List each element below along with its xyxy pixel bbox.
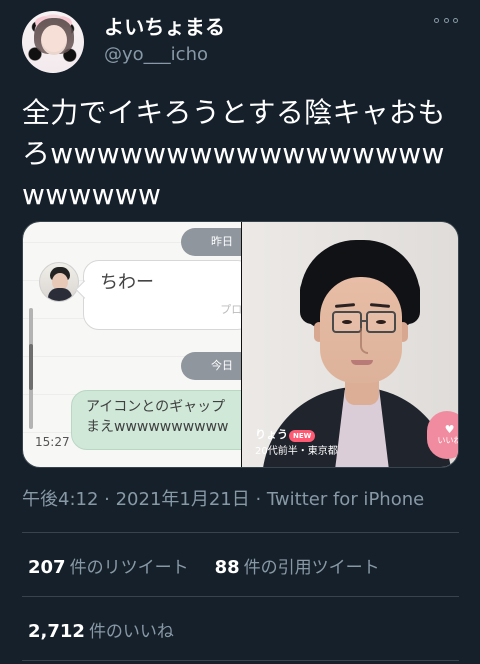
- more-horizontal-icon: [434, 17, 439, 23]
- tweet-header: よいちょまる @yo___icho: [22, 11, 458, 75]
- author-display-name[interactable]: よいちょまる: [104, 15, 225, 39]
- quote-stat[interactable]: 88 件の引用ツイート: [215, 553, 380, 578]
- author-block: よいちょまる @yo___icho: [104, 15, 225, 65]
- chat-avatar-body: [48, 288, 72, 301]
- outgoing-message-text: アイコンとのギャップ まえwwwwwwwwww: [86, 399, 229, 435]
- profile-meta: 20代前半・東京都: [255, 446, 338, 457]
- likes-stat[interactable]: 2,712 件のいいね: [28, 617, 174, 642]
- likes-label: 件のいいね: [88, 622, 174, 642]
- retweet-count: 207: [28, 557, 66, 578]
- avatar[interactable]: [22, 11, 84, 73]
- like-chip-label: いいね: [437, 436, 459, 445]
- incoming-message-text: ちわー: [100, 272, 154, 293]
- outgoing-message-bubble: アイコンとのギャップ まえwwwwwwwwww: [71, 390, 241, 450]
- incoming-message-note: プロフィ: [220, 303, 241, 316]
- chat-date-pill: 昨日: [181, 228, 241, 256]
- profile-name: りょう: [255, 428, 288, 441]
- avatar-face: [41, 25, 67, 55]
- divider: [22, 532, 459, 533]
- chat-date-pill-today: 今日: [181, 352, 241, 380]
- tweet-page: よいちょまる @yo___icho 全力でイキろうとする陰キャおもろwwwwww…: [0, 0, 480, 664]
- portrait-eye-left: [342, 320, 352, 324]
- retweet-label: 件のリツイート: [69, 558, 189, 578]
- chat-user-avatar: [39, 262, 79, 302]
- portrait-eye-right: [376, 320, 386, 324]
- tweet-text: 全力でイキろうとする陰キャおもろwwwwwwwwwwwwwwwwwwwwwww: [22, 96, 446, 211]
- quote-count: 88: [214, 557, 240, 578]
- profile-photo-screenshot[interactable]: りょう NEW 20代前半・東京都 ♥ いいね: [242, 222, 459, 467]
- incoming-message-bubble: ちわー プロフィ: [83, 260, 241, 330]
- more-options-button[interactable]: [434, 11, 458, 29]
- more-horizontal-icon: [443, 17, 449, 23]
- likes-count: 2,712: [28, 621, 85, 642]
- chat-scrollbar[interactable]: [29, 308, 33, 429]
- divider: [22, 596, 459, 597]
- chat-scroll-thumb[interactable]: [29, 344, 33, 390]
- tweet-meta: 午後4:12 · 2021年1月21日 · Twitter for iPhone: [22, 489, 425, 510]
- divider: [22, 660, 459, 661]
- glasses-bridge: [360, 320, 368, 322]
- portrait-mouth: [351, 360, 373, 365]
- like-chip[interactable]: ♥ いいね: [427, 411, 459, 459]
- retweet-stat[interactable]: 207 件のリツイート: [28, 553, 189, 578]
- author-handle[interactable]: @yo___icho: [104, 45, 225, 65]
- chat-screenshot[interactable]: 昨日 ちわー プロフィ 今日 アイコンとのギャップ まえwwwwwwwwww 1…: [23, 222, 241, 467]
- quote-label: 件の引用ツイート: [243, 558, 380, 578]
- tweet-stats-row: 207 件のリツイート 88 件の引用ツイート: [28, 553, 380, 578]
- portrait-nose: [360, 328, 368, 354]
- heart-icon: ♥: [444, 423, 455, 436]
- chat-time: 15:27: [35, 435, 70, 449]
- more-horizontal-icon: [453, 17, 458, 23]
- tweet-media[interactable]: 昨日 ちわー プロフィ 今日 アイコンとのギャップ まえwwwwwwwwww 1…: [22, 221, 459, 468]
- new-badge: NEW: [289, 430, 316, 442]
